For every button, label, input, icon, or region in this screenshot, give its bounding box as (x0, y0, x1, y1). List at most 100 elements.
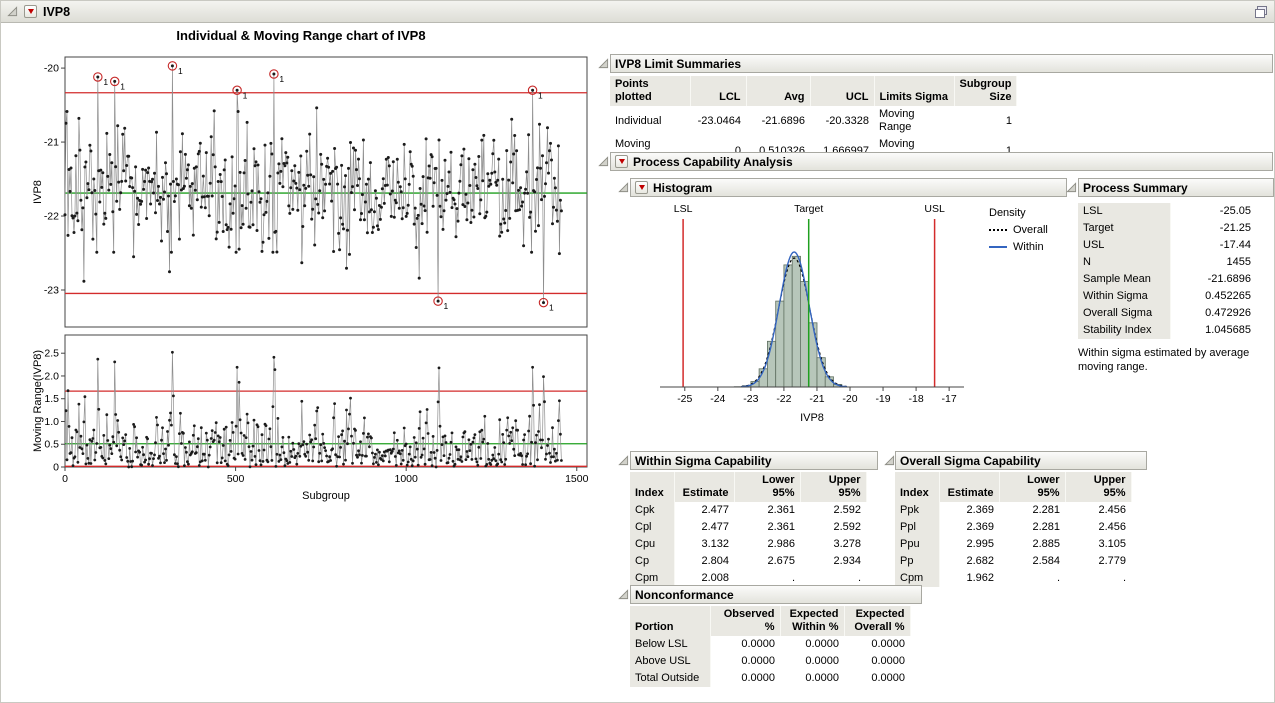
cell: 2.675 (734, 553, 800, 570)
svg-text:Target: Target (794, 203, 823, 215)
summary-label: N (1078, 254, 1170, 271)
column-header: Expected Within % (780, 606, 844, 636)
x-axis-label: Subgroup (302, 490, 350, 502)
table-row: Pp 2.682 2.584 2.779 (895, 553, 1131, 570)
within-capability-table: Index Estimate Lower 95% Upper 95% Cpk 2… (630, 472, 867, 587)
svg-text:-22: -22 (44, 211, 59, 223)
column-header: Index (895, 472, 939, 502)
cell: 1.962 (939, 570, 999, 587)
cell: -20.3328 (810, 106, 874, 136)
disclosure-triangle-icon[interactable] (618, 589, 629, 600)
cell: Cp (630, 553, 674, 570)
svg-text:2.5: 2.5 (44, 348, 59, 360)
cell: Cpk (630, 502, 674, 519)
limit-summaries-header[interactable]: IVP8 Limit Summaries (610, 54, 1273, 73)
cell: Above USL (630, 653, 710, 670)
within-capability-title: Within Sigma Capability (635, 454, 772, 468)
table-row: Overall Sigma 0.472926 (1078, 305, 1256, 322)
cell: 2.682 (939, 553, 999, 570)
process-capability-header[interactable]: Process Capability Analysis (610, 152, 1273, 171)
histogram-x-axis-label: IVP8 (800, 412, 824, 424)
capability-histogram[interactable]: LSLTargetUSL-25-24-23-22-21-20-19-18-17I… (646, 201, 981, 431)
column-header: Points plotted (610, 76, 690, 106)
process-summary-header[interactable]: Process Summary (1078, 178, 1274, 197)
disclosure-triangle-icon[interactable] (884, 455, 895, 466)
table-row: Below LSL 0.0000 0.0000 0.0000 (630, 636, 910, 653)
cell: 2.804 (674, 553, 734, 570)
column-header: Portion (630, 606, 710, 636)
nonconformance-header[interactable]: Nonconformance (630, 585, 922, 604)
table-header-row: Points plotted LCL Avg UCL Limits Sigma … (610, 76, 1017, 106)
mr-y-axis-label: Moving Range(IVP8) (32, 350, 44, 452)
table-row: LSL -25.05 (1078, 203, 1256, 220)
red-triangle-menu-icon[interactable] (24, 5, 37, 18)
window-restore-icon[interactable] (1254, 5, 1268, 19)
disclosure-triangle-icon[interactable] (618, 455, 629, 466)
table-row: Cpm 1.962 . . (895, 570, 1131, 587)
disclosure-triangle-icon[interactable] (618, 182, 629, 193)
cell: 0.0000 (844, 653, 910, 670)
summary-label: Target (1078, 220, 1170, 237)
cell: 3.105 (1065, 536, 1131, 553)
table-row: Cpk 2.477 2.361 2.592 (630, 502, 866, 519)
disclosure-triangle-icon[interactable] (598, 156, 609, 167)
histogram-title: Histogram (653, 181, 712, 195)
cell: 0.0000 (780, 670, 844, 687)
svg-text:-25: -25 (677, 393, 692, 405)
svg-text:1: 1 (279, 74, 284, 84)
table-row: Individual -23.0464 -21.6896 -20.3328 Mo… (610, 106, 1017, 136)
summary-label: Stability Index (1078, 322, 1170, 339)
svg-text:1.0: 1.0 (44, 416, 59, 428)
nonconformance-title: Nonconformance (635, 588, 734, 602)
svg-text:-19: -19 (875, 393, 890, 405)
cell: Individual (610, 106, 690, 136)
window-title: IVP8 (43, 5, 70, 19)
svg-text:-21: -21 (809, 393, 824, 405)
cell: 2.456 (1065, 502, 1131, 519)
process-summary-title: Process Summary (1083, 181, 1188, 195)
legend-item-overall: Overall (989, 224, 1048, 236)
svg-text:1000: 1000 (394, 473, 418, 485)
table-row: USL -17.44 (1078, 237, 1256, 254)
cell: Pp (895, 553, 939, 570)
summary-label: USL (1078, 237, 1170, 254)
table-row: Cpl 2.477 2.361 2.592 (630, 519, 866, 536)
svg-text:1: 1 (120, 81, 125, 91)
cell: 2.592 (800, 519, 866, 536)
cell: . (999, 570, 1065, 587)
cell: 2.281 (999, 502, 1065, 519)
svg-text:1: 1 (549, 303, 554, 313)
column-header: UCL (810, 76, 874, 106)
svg-text:-23: -23 (44, 285, 59, 297)
summary-value: 1.045685 (1170, 322, 1256, 339)
cell: 2.995 (939, 536, 999, 553)
histogram-bars (734, 256, 842, 387)
svg-text:1: 1 (178, 66, 183, 76)
table-header-row: Index Estimate Lower 95% Upper 95% (630, 472, 866, 502)
disclosure-triangle-icon[interactable] (7, 6, 18, 17)
svg-text:1: 1 (444, 301, 449, 311)
column-header: Subgroup Size (954, 76, 1017, 106)
column-header: Index (630, 472, 674, 502)
imr-control-chart[interactable]: -20-21-22-2300.51.01.52.02.5050010001500… (29, 47, 594, 517)
column-header: Lower 95% (734, 472, 800, 502)
cell: 2.477 (674, 519, 734, 536)
process-capability-title: Process Capability Analysis (633, 155, 793, 169)
red-triangle-menu-icon[interactable] (635, 181, 648, 194)
within-capability-header[interactable]: Within Sigma Capability (630, 451, 878, 470)
disclosure-triangle-icon[interactable] (598, 58, 609, 69)
cell: . (1065, 570, 1131, 587)
histogram-header[interactable]: Histogram (630, 178, 1067, 197)
cell: 2.281 (999, 519, 1065, 536)
table-header-row: Portion Observed % Expected Within % Exp… (630, 606, 910, 636)
cell: Ppl (895, 519, 939, 536)
overall-capability-header[interactable]: Overall Sigma Capability (895, 451, 1147, 470)
cell: Ppk (895, 502, 939, 519)
svg-text:-21: -21 (44, 137, 59, 149)
cell: 2.592 (800, 502, 866, 519)
disclosure-triangle-icon[interactable] (1066, 182, 1077, 193)
cell: 3.278 (800, 536, 866, 553)
table-row: Ppk 2.369 2.281 2.456 (895, 502, 1131, 519)
column-header: Estimate (674, 472, 734, 502)
red-triangle-menu-icon[interactable] (615, 155, 628, 168)
